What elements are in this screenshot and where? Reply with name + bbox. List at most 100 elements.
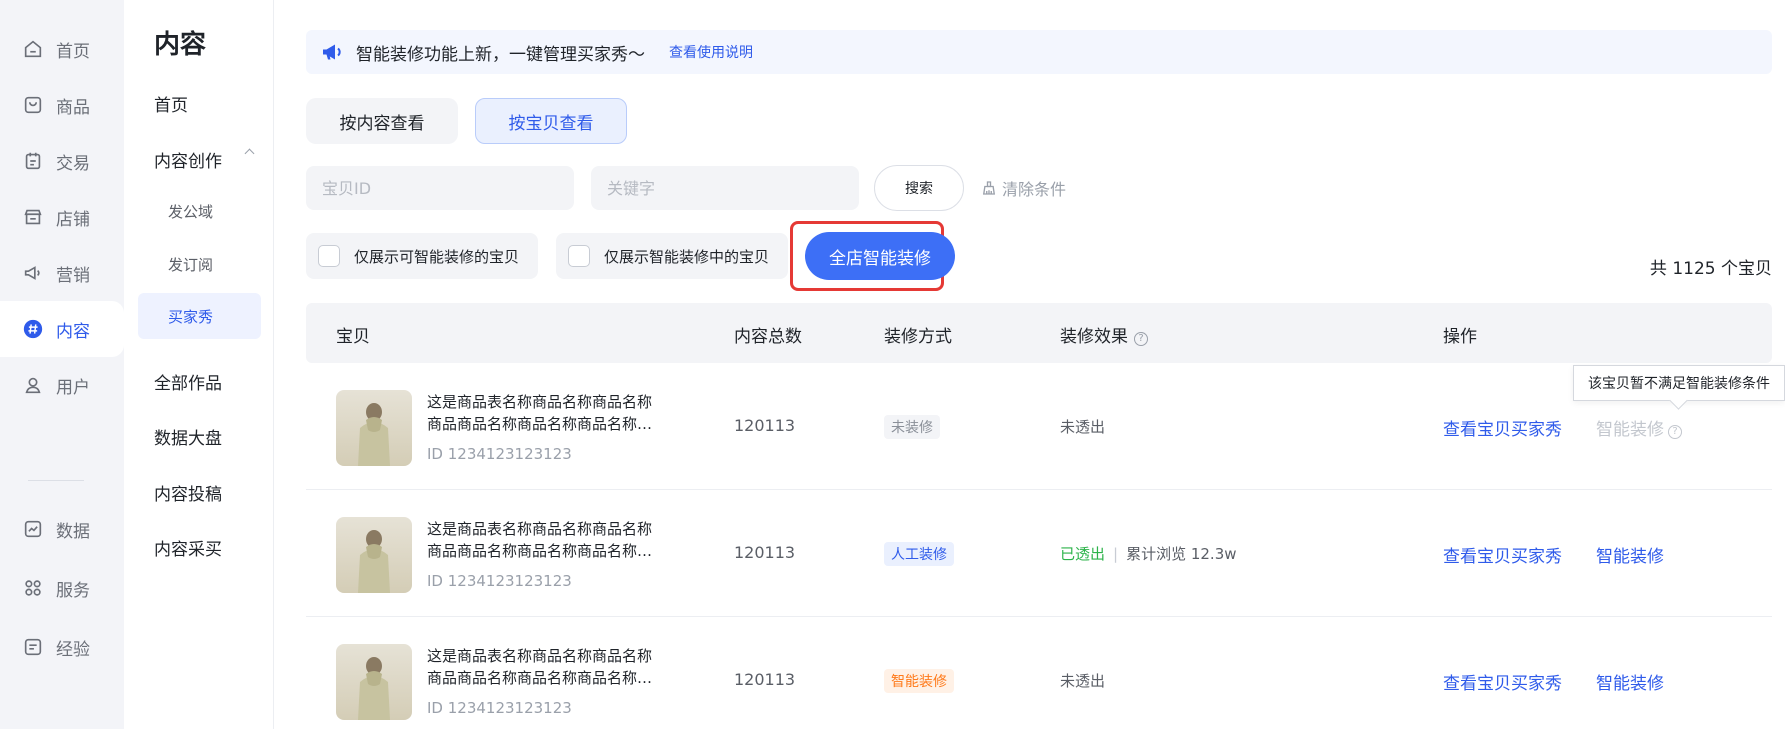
effect-separator: | — [1113, 545, 1119, 563]
rail-label: 经验 — [56, 639, 90, 660]
smart-decorate-link-disabled[interactable]: 智能装修? — [1596, 415, 1682, 440]
search-button[interactable]: 搜索 — [874, 165, 964, 211]
checkbox-label: 仅展示可智能装修的宝贝 — [354, 247, 520, 266]
rail-item-content[interactable]: 内容 — [0, 301, 124, 357]
megaphone-icon — [323, 44, 341, 60]
notice-banner: 智能装修功能上新，一键管理买家秀～ 查看使用说明 — [306, 30, 1772, 74]
trade-icon — [22, 150, 44, 172]
help-icon[interactable]: ? — [1668, 425, 1682, 439]
rail-divider — [28, 480, 84, 481]
usage-guide-link[interactable]: 查看使用说明 — [669, 42, 753, 62]
rail-item-product[interactable]: 商品 — [0, 77, 124, 133]
table-row: 这是商品表名称商品名称商品名称 商品商品名称商品名称商品名称商品名称 ID 12… — [306, 363, 1772, 490]
smart-decorate-tooltip: 该宝贝暂不满足智能装修条件 — [1573, 365, 1785, 401]
submenu-item-dashboard[interactable]: 数据大盘 — [154, 424, 222, 449]
store-smart-decorate-button[interactable]: 全店智能装修 — [805, 232, 955, 280]
rail-label: 商品 — [56, 97, 90, 118]
item-total-count: 共 1125 个宝贝 — [1649, 259, 1772, 279]
product-name: 这是商品表名称商品名称商品名称 商品商品名称商品名称商品名称商品名称 — [427, 645, 667, 689]
content-count: 120113 — [734, 543, 796, 562]
product-name: 这是商品表名称商品名称商品名称 商品商品名称商品名称商品名称商品名称 — [427, 518, 667, 562]
megaphone-icon — [22, 262, 44, 284]
rail-label: 用户 — [56, 377, 90, 398]
submenu-item-submission[interactable]: 内容投稿 — [154, 480, 222, 505]
smart-decorate-link[interactable]: 智能装修 — [1596, 669, 1664, 694]
chevron-up-icon[interactable] — [244, 148, 255, 159]
submenu-item-all-works[interactable]: 全部作品 — [154, 369, 222, 394]
column-header-effect: 装修效果? — [1060, 322, 1148, 347]
view-buyer-show-link[interactable]: 查看宝贝买家秀 — [1443, 542, 1562, 567]
only-in-smart-checkbox[interactable]: 仅展示智能装修中的宝贝 — [556, 233, 788, 279]
user-icon — [22, 374, 44, 396]
rail-item-service[interactable]: 服务 — [0, 560, 124, 616]
primary-nav-rail: 首页 商品 交易 店铺 营销 内容 用户 数据 服务 经验 — [0, 0, 124, 729]
checkbox-box[interactable] — [568, 245, 590, 267]
product-name: 这是商品表名称商品名称商品名称 商品商品名称商品名称商品名称商品名称 — [427, 391, 667, 435]
notice-text: 智能装修功能上新，一键管理买家秀～ — [356, 44, 645, 65]
product-name-line1: 这是商品表名称商品名称商品名称 — [427, 393, 653, 411]
column-header-effect-label: 装修效果 — [1060, 327, 1128, 347]
column-header-total: 内容总数 — [734, 327, 802, 347]
column-header-item: 宝贝 — [336, 327, 370, 347]
product-name-line2: 商品商品名称商品名称商品名称商品名称 — [427, 542, 667, 560]
submenu-item-public[interactable]: 发公域 — [168, 201, 213, 222]
doc-icon — [22, 636, 44, 658]
rail-label: 营销 — [56, 265, 90, 286]
rail-label: 数据 — [56, 521, 90, 542]
checkbox-label: 仅展示智能装修中的宝贝 — [604, 247, 770, 266]
rail-item-store[interactable]: 店铺 — [0, 189, 124, 245]
clear-filters-button[interactable]: 清除条件 — [980, 176, 1066, 200]
chart-icon — [22, 518, 44, 540]
rail-label: 首页 — [56, 41, 90, 62]
item-id-input[interactable] — [306, 166, 574, 210]
product-id: ID 1234123123123 — [427, 572, 572, 590]
rail-label: 服务 — [56, 580, 90, 601]
product-name-line2: 商品商品名称商品名称商品名称商品名称 — [427, 669, 667, 687]
method-tag: 未装修 — [884, 415, 940, 439]
column-header-ops: 操作 — [1443, 327, 1477, 347]
rail-label: 交易 — [56, 153, 90, 174]
product-id: ID 1234123123123 — [427, 445, 572, 463]
smart-decorate-label: 智能装修 — [1596, 420, 1664, 440]
clear-filters-label: 清除条件 — [1002, 180, 1067, 199]
rail-label: 内容 — [56, 321, 90, 342]
submenu-item-subscribe[interactable]: 发订阅 — [168, 254, 213, 275]
product-name-line1: 这是商品表名称商品名称商品名称 — [427, 520, 653, 538]
effect-status: 未透出 — [1060, 672, 1106, 690]
effect-views: 累计浏览 12.3w — [1126, 545, 1237, 563]
rail-item-user[interactable]: 用户 — [0, 357, 124, 413]
submenu-item-buyer-show[interactable]: 买家秀 — [138, 293, 261, 339]
product-thumbnail[interactable] — [336, 644, 412, 720]
only-can-smart-checkbox[interactable]: 仅展示可智能装修的宝贝 — [306, 233, 538, 279]
tab-by-content[interactable]: 按内容查看 — [306, 98, 458, 144]
product-icon — [22, 94, 44, 116]
product-name-line1: 这是商品表名称商品名称商品名称 — [427, 647, 653, 665]
grid-icon — [22, 577, 44, 599]
product-thumbnail[interactable] — [336, 390, 412, 466]
view-buyer-show-link[interactable]: 查看宝贝买家秀 — [1443, 669, 1562, 694]
content-count: 120113 — [734, 416, 796, 435]
view-buyer-show-link[interactable]: 查看宝贝买家秀 — [1443, 415, 1562, 440]
rail-item-experience[interactable]: 经验 — [0, 619, 124, 675]
rail-item-marketing[interactable]: 营销 — [0, 245, 124, 301]
rail-item-home[interactable]: 首页 — [0, 21, 124, 77]
submenu-item-purchase[interactable]: 内容采买 — [154, 535, 222, 560]
submenu-item-home[interactable]: 首页 — [154, 91, 188, 116]
method-tag: 人工装修 — [884, 542, 954, 566]
effect-status: 已透出 | 累计浏览 12.3w — [1060, 543, 1237, 564]
submenu-item-creation[interactable]: 内容创作 — [154, 147, 222, 172]
product-id: ID 1234123123123 — [427, 699, 572, 717]
store-icon — [22, 206, 44, 228]
product-thumbnail[interactable] — [336, 517, 412, 593]
tab-by-item[interactable]: 按宝贝查看 — [475, 98, 627, 144]
rail-item-trade[interactable]: 交易 — [0, 133, 124, 189]
product-name-line2: 商品商品名称商品名称商品名称商品名称 — [427, 415, 667, 433]
keyword-input[interactable] — [591, 166, 859, 210]
table-row: 这是商品表名称商品名称商品名称 商品商品名称商品名称商品名称商品名称 ID 12… — [306, 490, 1772, 617]
smart-decorate-link[interactable]: 智能装修 — [1596, 542, 1664, 567]
method-tag: 智能装修 — [884, 669, 954, 693]
checkbox-box[interactable] — [318, 245, 340, 267]
rail-item-data[interactable]: 数据 — [0, 501, 124, 557]
help-icon[interactable]: ? — [1134, 332, 1148, 346]
table-header: 宝贝 内容总数 装修方式 装修效果? 操作 — [306, 303, 1772, 363]
